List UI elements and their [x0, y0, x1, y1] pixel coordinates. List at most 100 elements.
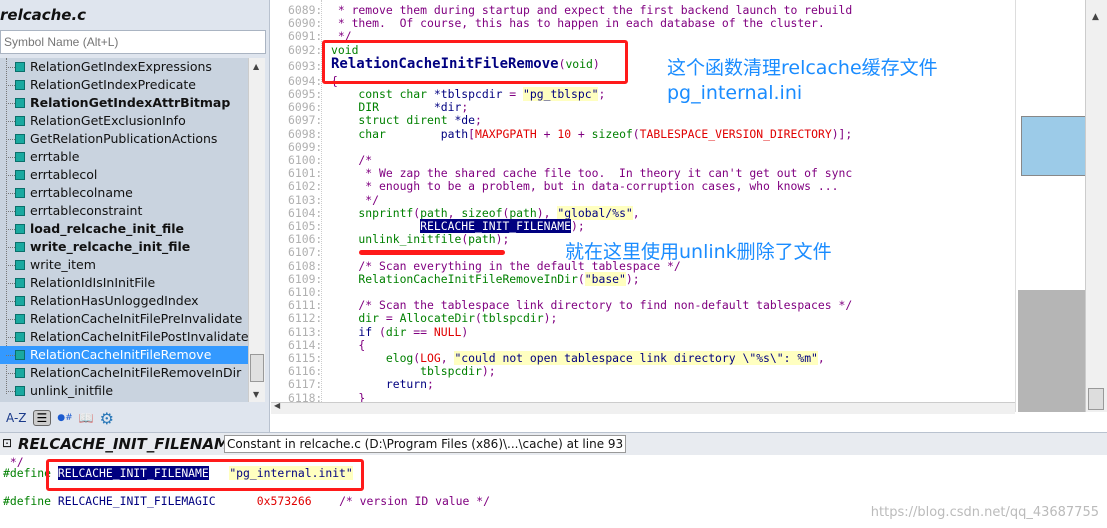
scroll-thumb[interactable] — [250, 354, 264, 382]
symbol-label: RelationGetIndexExpressions — [30, 59, 212, 74]
line-number: 6094: — [288, 73, 323, 88]
code-token: "could not open tablespace link director… — [454, 351, 818, 365]
symbol-item[interactable]: unlink_initfile — [0, 382, 248, 400]
symbol-item[interactable]: errtablecolname — [0, 184, 248, 202]
code-token: tblspcdir — [331, 364, 482, 379]
function-icon — [15, 80, 25, 90]
symbol-label: RelationHasUnloggedIndex — [30, 293, 199, 308]
minimap[interactable] — [1015, 0, 1089, 412]
symbol-label: RelationCacheInitFilePostInvalidate — [30, 329, 248, 344]
function-icon — [15, 368, 25, 378]
symbol-item[interactable]: RelationGetExclusionInfo — [0, 112, 248, 130]
context-bar: ⊡ RELCACHE_INIT_FILENAME Constant in rel… — [0, 432, 1107, 455]
code-token: * them. Of course, this has to happen in… — [331, 16, 825, 31]
line-number: 6095: — [288, 87, 323, 101]
code-line: return; — [331, 377, 434, 391]
code-token: */ — [331, 192, 380, 207]
tree-connector — [6, 229, 15, 230]
symbol-item[interactable]: RelationHasUnloggedIndex — [0, 292, 248, 310]
scroll-down-icon[interactable]: ▼ — [253, 390, 259, 399]
code-token: "global/%s" — [557, 205, 633, 220]
tree-connector — [6, 85, 15, 86]
symbol-label: RelationIdIsInInitFile — [30, 275, 156, 290]
symbol-item[interactable]: write_relcache_init_file — [0, 238, 248, 256]
symbol-label: errtablecol — [30, 167, 98, 182]
code-token: dir — [385, 324, 407, 339]
code-token: return — [331, 377, 428, 392]
line-number: 6099: — [288, 139, 323, 154]
symbol-item[interactable]: RelationIdIsInInitFile — [0, 274, 248, 292]
code-line: struct dirent *de; — [331, 113, 482, 128]
code-token: RelationCacheInitFileRemoveInDir — [331, 271, 578, 286]
code-token: dir — [331, 311, 380, 326]
tree-connector — [6, 67, 15, 68]
scroll-thumb[interactable] — [1088, 388, 1104, 410]
code-token: + — [571, 126, 592, 141]
symbol-item[interactable]: RelationGetIndexPredicate — [0, 76, 248, 94]
watermark: https://blog.csdn.net/qq_43687755 — [870, 505, 1099, 520]
symbol-item[interactable]: RelationCacheInitFileRemoveInDir — [0, 364, 248, 382]
code-token: ; — [461, 100, 469, 115]
line-number: 6096: — [288, 100, 323, 115]
code-token: , — [817, 351, 825, 365]
code-line: } — [331, 391, 365, 402]
code-token: path — [468, 232, 496, 247]
code-line: char path[MAXPGPATH + 10 + sizeof(TABLES… — [331, 127, 852, 141]
sort-az-icon[interactable]: A-Z — [6, 411, 27, 425]
line-number: 6106: — [288, 232, 323, 247]
line-number: 6116: — [288, 364, 323, 379]
symbol-types-icon[interactable]: ●# — [57, 413, 72, 423]
tree-connector — [6, 121, 15, 122]
tree-connector — [6, 139, 15, 140]
underline-unlink — [359, 250, 505, 255]
symbol-item[interactable]: RelationGetIndexExpressions — [0, 58, 248, 76]
scroll-up-icon[interactable]: ▲ — [253, 62, 259, 71]
function-icon — [15, 224, 25, 234]
scroll-left-icon[interactable]: ◀ — [274, 401, 280, 410]
code-token: /* Scan the tablespace link directory to… — [331, 298, 853, 313]
scroll-up-icon[interactable]: ▲ — [1092, 12, 1099, 22]
editor-vertical-scrollbar[interactable]: ▲ — [1085, 0, 1107, 412]
line-number: 6115: — [288, 351, 323, 365]
line-number: 6104: — [288, 205, 323, 220]
symbol-item[interactable]: RelationGetIndexAttrBitmap — [0, 94, 248, 112]
code-token: ); — [481, 364, 496, 379]
code-token: sizeof — [591, 126, 633, 141]
symbol-label: RelationCacheInitFileRemove — [30, 347, 212, 362]
list-view-icon[interactable]: ☰ — [32, 410, 52, 426]
minimap-viewport[interactable] — [1021, 116, 1089, 176]
symbol-item[interactable]: errtablecol — [0, 166, 248, 184]
symbol-list-scrollbar[interactable]: ▲ ▼ — [248, 58, 265, 402]
symbol-item[interactable]: load_relcache_init_file — [0, 220, 248, 238]
code-token: tblspcdir — [481, 311, 544, 326]
symbol-item[interactable]: RelationCacheInitFilePreInvalidate — [0, 310, 248, 328]
code-token: , — [447, 205, 462, 220]
code-line: /* — [331, 153, 372, 167]
symbol-item[interactable]: GetRelationPublicationActions — [0, 130, 248, 148]
code-line: RelationCacheInitFileRemoveInDir("base")… — [331, 271, 640, 286]
code-token: [ — [468, 126, 476, 141]
symbol-item[interactable]: errtable — [0, 148, 248, 166]
highlight-box-define — [46, 459, 364, 491]
line-number: 6103: — [288, 192, 323, 207]
symbol-item[interactable]: RelationCacheInitFilePostInvalidate — [0, 328, 248, 346]
symbol-item[interactable]: errtableconstraint — [0, 202, 248, 220]
horizontal-scrollbar[interactable]: ◀ — [271, 401, 1015, 414]
code-token: + — [536, 126, 558, 141]
symbol-search-input[interactable] — [0, 30, 266, 54]
symbol-item[interactable]: RelationCacheInitFileRemove — [0, 346, 248, 364]
gear-icon[interactable]: ⚙ — [100, 409, 114, 428]
function-icon — [15, 62, 25, 72]
line-number: 6118: — [288, 390, 323, 402]
code-token: snprintf — [331, 205, 414, 220]
code-token: NULL — [433, 324, 462, 339]
symbol-item[interactable]: write_item — [0, 256, 248, 274]
code-line: tblspcdir); — [331, 364, 496, 379]
code-token: ); — [625, 271, 640, 286]
line-number: 6093: — [288, 58, 323, 73]
code-token: ; — [475, 113, 482, 128]
line-number: 6105: — [288, 219, 323, 233]
book-icon[interactable]: 📖 — [79, 411, 94, 425]
